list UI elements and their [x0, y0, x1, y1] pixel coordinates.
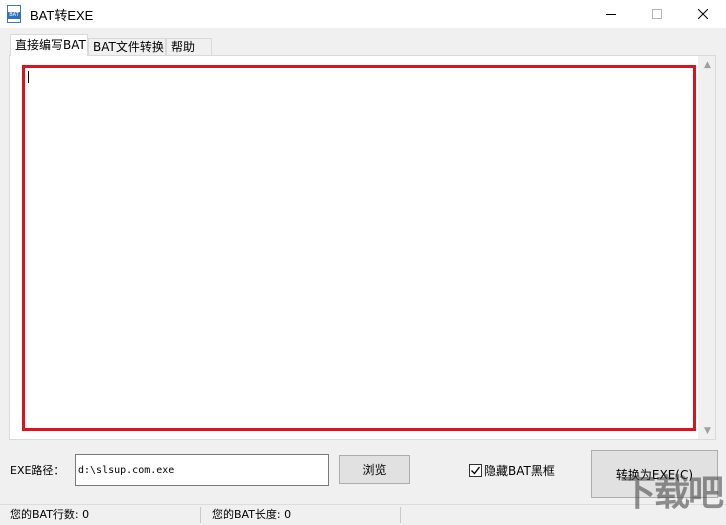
title-bar[interactable]: BAT BAT转EXE — [0, 0, 726, 28]
hide-console-label: 隐藏BAT黑框 — [484, 464, 555, 478]
checkmark-icon — [471, 466, 481, 475]
convert-to-exe-button[interactable]: 转换为EXE(C) — [591, 450, 718, 498]
tab-bat-file-convert[interactable]: BAT文件转换 — [88, 38, 166, 56]
minimize-icon — [606, 14, 616, 15]
status-line-count: 您的BAT行数: 0 — [10, 508, 90, 521]
status-divider — [200, 507, 201, 523]
scroll-down-icon[interactable]: ▼ — [699, 422, 716, 439]
text-caret — [28, 71, 29, 83]
path-row: EXE路径： 浏览 隐藏BAT黑框 转换为EXE(C) — [0, 450, 726, 498]
status-length: 您的BAT长度: 0 — [212, 508, 292, 521]
window-controls — [588, 0, 726, 28]
tab-help[interactable]: 帮助 — [166, 38, 212, 56]
browse-button[interactable]: 浏览 — [339, 455, 410, 484]
close-icon — [698, 9, 708, 19]
status-divider — [400, 507, 401, 523]
hide-console-option[interactable]: 隐藏BAT黑框 — [469, 462, 555, 479]
hide-console-checkbox[interactable] — [469, 464, 482, 477]
exe-path-input[interactable] — [75, 454, 329, 486]
scroll-up-icon[interactable]: ▲ — [699, 56, 716, 73]
status-bar: 您的BAT行数: 0 您的BAT长度: 0 — [0, 504, 726, 525]
tab-panel: ▲ ▼ — [9, 55, 716, 440]
minimize-button[interactable] — [588, 0, 634, 28]
exe-path-label: EXE路径： — [10, 464, 65, 477]
close-button[interactable] — [680, 0, 726, 28]
bat-editor[interactable] — [22, 65, 696, 431]
editor-scrollbar[interactable]: ▲ ▼ — [698, 56, 715, 439]
tab-write-bat[interactable]: 直接编写BAT — [10, 34, 88, 56]
maximize-button[interactable] — [634, 0, 680, 28]
bat-file-icon: BAT — [6, 5, 22, 23]
maximize-icon — [652, 9, 662, 19]
window-title: BAT转EXE — [30, 7, 94, 23]
